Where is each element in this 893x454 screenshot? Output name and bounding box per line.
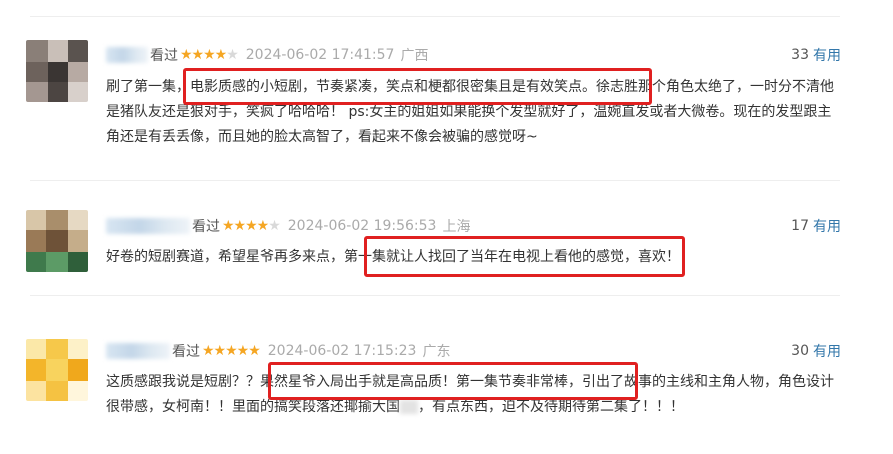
comment-item: 看过 ★★★★★ 2024-06-02 17:41:57 广西 33 有用 刷了… [0, 0, 893, 180]
comment-date: 2024-06-02 17:41:57 [245, 47, 395, 63]
vote-count: 33 [791, 47, 809, 63]
watched-label: 看过 [150, 48, 178, 64]
watched-label: 看过 [172, 344, 200, 360]
vote-area: 33 有用 [791, 45, 841, 65]
useful-button[interactable]: 有用 [813, 341, 841, 361]
comment-date: 2024-06-02 19:56:53 [287, 218, 437, 234]
avatar[interactable] [26, 40, 88, 102]
comment-location: 上海 [442, 219, 471, 235]
comment-item: 看过 ★★★★★ 2024-06-02 19:56:53 上海 17 有用 好卷… [0, 180, 893, 295]
rating-stars: ★★★★★ [180, 47, 239, 63]
vote-count: 17 [791, 218, 809, 234]
comment-date: 2024-06-02 17:15:23 [267, 343, 417, 359]
avatar[interactable] [26, 339, 88, 401]
comment-text-part: ，有点东西，迫不及待期待第二集了！！！ [418, 399, 684, 415]
comment-text: 刷了第一集，电影质感的小短剧，节奏紧凑，笑点和梗都很密集且是有效笑点。徐志胜那个… [106, 79, 834, 145]
avatar[interactable] [26, 210, 88, 272]
username-redacted[interactable] [106, 218, 190, 234]
username-redacted[interactable] [106, 343, 170, 359]
username-redacted[interactable] [106, 47, 148, 63]
useful-button[interactable]: 有用 [813, 45, 841, 65]
comment-location: 广西 [400, 48, 429, 64]
watched-label: 看过 [192, 219, 220, 235]
comment-header: 看过 ★★★★★ 2024-06-02 17:15:23 广东 [106, 341, 450, 361]
comment-text: 好卷的短剧赛道，希望星爷再多来点，第一集就让人找回了当年在电视上看他的感觉，喜欢… [106, 249, 680, 265]
useful-button[interactable]: 有用 [813, 216, 841, 236]
comment-location: 广东 [422, 344, 451, 360]
rating-stars: ★★★★★ [222, 218, 281, 234]
vote-count: 30 [791, 343, 809, 359]
comment-text: 这质感跟我说是短剧？？果然星爷入局出手就是高品质！第一集节奏非常棒，引出了故事的… [106, 370, 836, 420]
comment-item: 看过 ★★★★★ 2024-06-02 17:15:23 广东 30 有用 这质… [0, 295, 893, 454]
redacted-text [400, 400, 418, 414]
vote-area: 30 有用 [791, 341, 841, 361]
rating-stars: ★★★★★ [202, 343, 261, 359]
comment-header: 看过 ★★★★★ 2024-06-02 17:41:57 广西 [106, 45, 428, 65]
comment-header: 看过 ★★★★★ 2024-06-02 19:56:53 上海 [106, 216, 470, 236]
vote-area: 17 有用 [791, 216, 841, 236]
